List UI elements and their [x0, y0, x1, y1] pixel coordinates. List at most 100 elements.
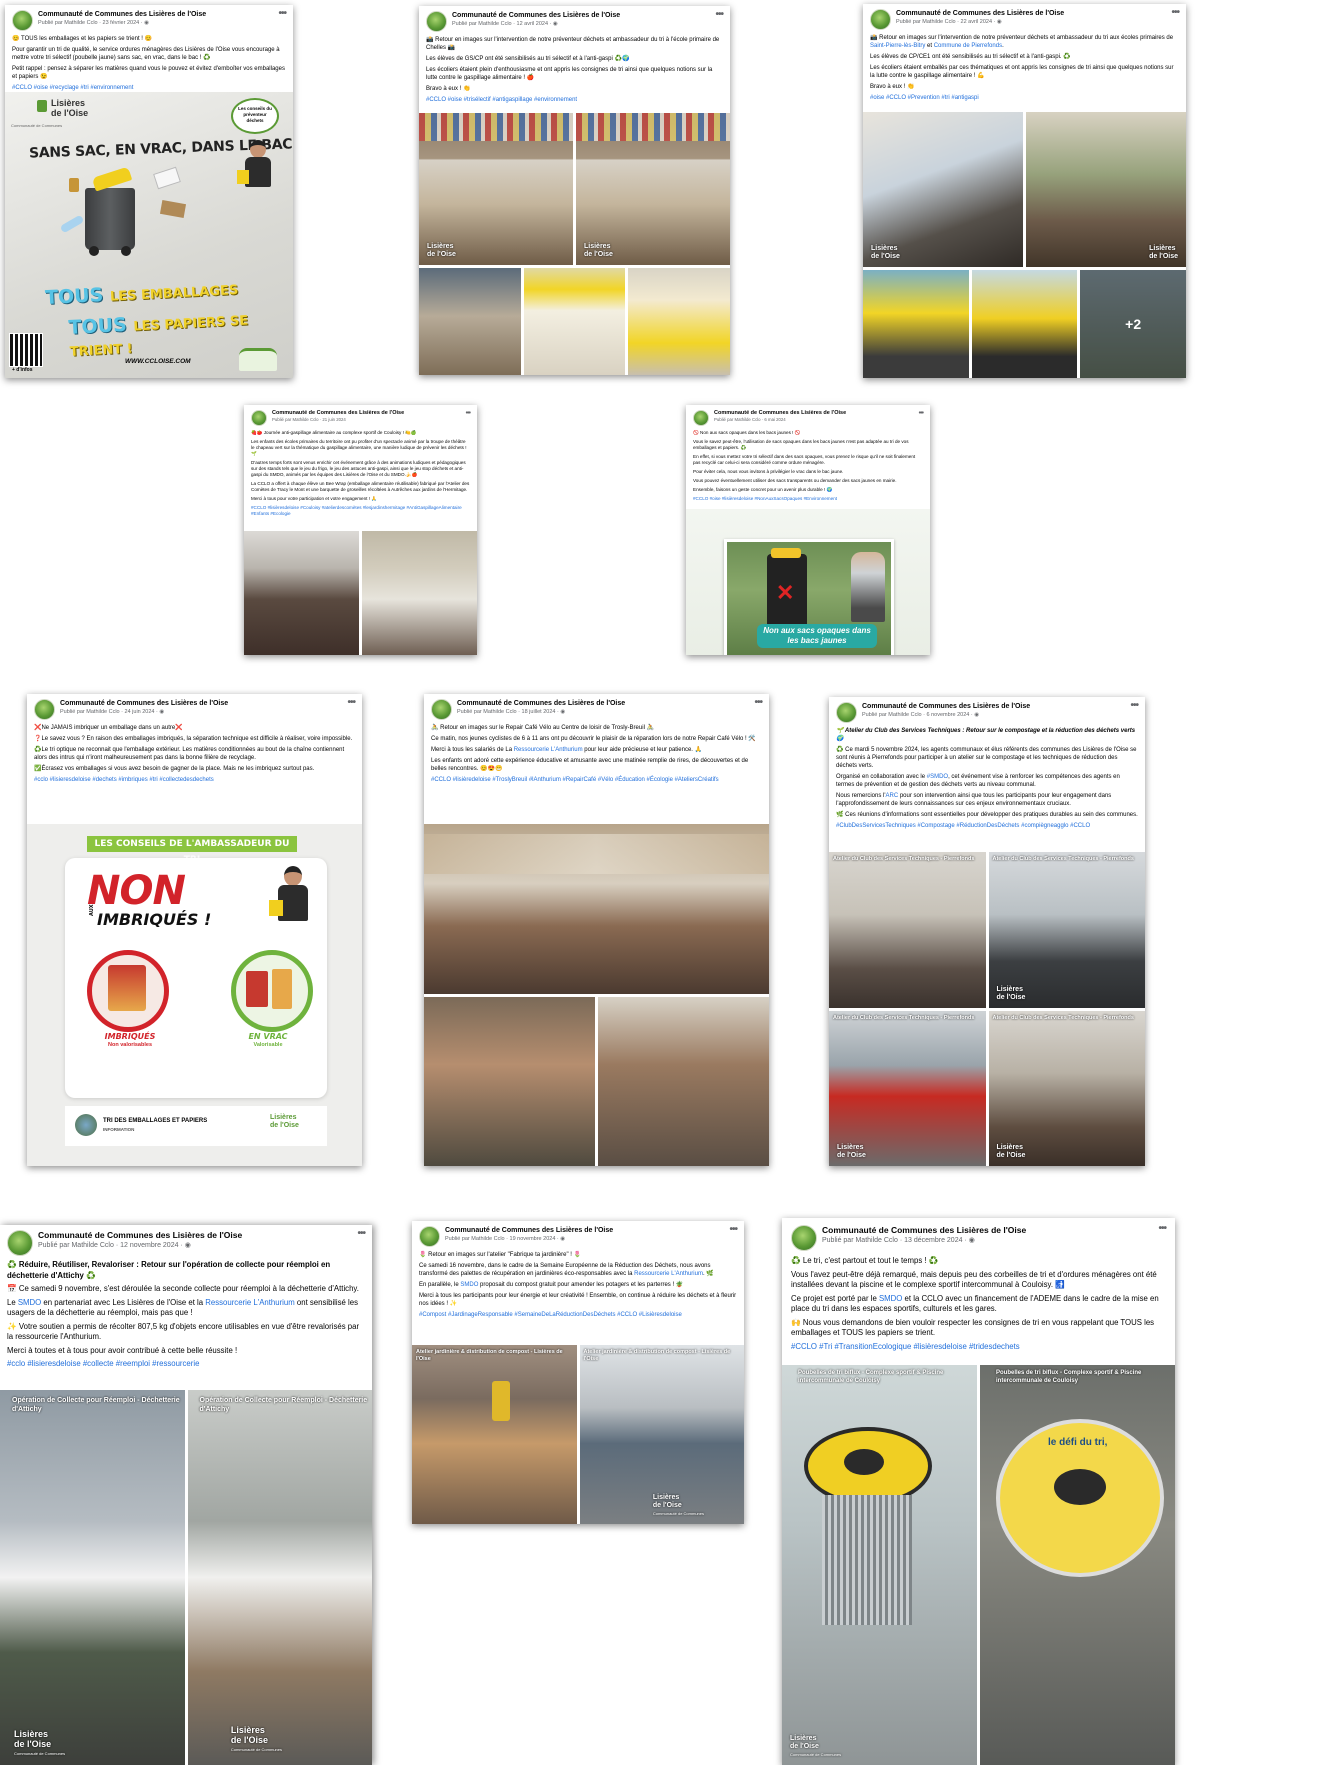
classroom-photo[interactable]: [419, 268, 521, 375]
page-avatar[interactable]: [693, 410, 709, 426]
page-avatar[interactable]: [431, 699, 452, 720]
more-options-icon[interactable]: •••: [715, 10, 723, 20]
post-date[interactable]: 23 février 2024: [103, 20, 140, 26]
post-date[interactable]: 6 novembre 2024: [927, 712, 970, 718]
poster-image[interactable]: Lisières de l'Oise Communauté de Communes…: [5, 92, 293, 378]
post-date[interactable]: 22 avril 2024: [961, 19, 993, 25]
page-name-link[interactable]: Communauté de Communes des Lisières de l…: [445, 1226, 729, 1235]
page-name-link[interactable]: Communauté de Communes des Lisières de l…: [714, 410, 919, 417]
page-name-link[interactable]: Communauté de Communes des Lisières de l…: [896, 9, 1171, 18]
parking-photo[interactable]: Atelier jardinière & distribution de com…: [579, 1345, 744, 1524]
more-options-icon[interactable]: •••: [347, 698, 355, 708]
post-date[interactable]: 21 juin 2024: [322, 417, 345, 422]
hashtags[interactable]: #CCLO #lisièredeloise #TroslyBreuil #lAn…: [431, 776, 762, 784]
mention-link[interactable]: Commune de Pierrefonds: [934, 43, 1002, 49]
more-photos-tile[interactable]: +2: [1080, 270, 1186, 378]
mention-link[interactable]: SMDO: [18, 1298, 41, 1307]
classroom-photo[interactable]: Lisières de l'Oise: [576, 113, 730, 265]
page-avatar[interactable]: [791, 1225, 817, 1251]
gym-audience-photo[interactable]: [244, 531, 359, 655]
more-options-icon[interactable]: •••: [278, 9, 286, 19]
page-avatar[interactable]: [7, 1230, 33, 1256]
hashtags[interactable]: #ClubDesServicesTechniques #Compostage #…: [836, 822, 1138, 830]
more-photos-count[interactable]: +2: [1080, 270, 1186, 378]
page-avatar[interactable]: [12, 10, 33, 31]
tent-photo[interactable]: Opération de Collecte pour Réemploi - Dé…: [0, 1390, 185, 1765]
more-options-icon[interactable]: •••: [1171, 8, 1179, 18]
sorting-bin-photo[interactable]: Poubelles de tri biflux - Complexe sport…: [782, 1365, 977, 1765]
mention-link[interactable]: Ressourcerie L'Anthurium: [634, 1271, 703, 1277]
page-name-link[interactable]: Communauté de Communes des Lisières de l…: [272, 410, 466, 417]
mention-link[interactable]: Ressourcerie L'Anthurium: [514, 747, 583, 753]
hashtags[interactable]: #cclo #lisieresdeloise #dechets #imbriqu…: [34, 776, 355, 784]
page-name-link[interactable]: Communauté de Communes des Lisières de l…: [38, 10, 278, 19]
classroom-photo[interactable]: Lisières de l'Oise: [1026, 112, 1186, 267]
more-options-icon[interactable]: •••: [729, 1225, 737, 1235]
hashtags[interactable]: #cclo #lisieresdeloise #collecte #reempl…: [7, 1359, 365, 1370]
post-date[interactable]: 12 novembre 2024: [120, 1242, 178, 1249]
mention-link[interactable]: SMDO: [879, 1294, 902, 1303]
post-date[interactable]: 24 juin 2024: [125, 709, 155, 715]
hashtags[interactable]: #CCLO #oise #recyclage #tri #environneme…: [12, 84, 286, 92]
more-options-icon[interactable]: •••: [1130, 701, 1138, 711]
page-avatar[interactable]: [426, 11, 447, 32]
classroom-photo[interactable]: Lisières de l'Oise: [419, 113, 573, 265]
video-frame[interactable]: ✕ Non aux sacs opaques dans les bacs jau…: [686, 509, 930, 655]
page-avatar[interactable]: [836, 702, 857, 723]
hashtags[interactable]: #oise #CCLO #Prevention #tri #antigaspi: [870, 94, 1179, 102]
drilling-photo[interactable]: Atelier jardinière & distribution de com…: [412, 1345, 577, 1524]
workshop-photo[interactable]: [424, 997, 595, 1166]
hashtags[interactable]: #CCLO #oise #trisélectif #antigaspillage…: [426, 96, 723, 104]
video-thumbnail[interactable]: ✕ Non aux sacs opaques dans les bacs jau…: [724, 539, 894, 655]
post-date[interactable]: 13 décembre 2024: [904, 1237, 962, 1244]
post-line: Les écoliers étaient plein d'enthousiasm…: [426, 67, 713, 81]
mention-link[interactable]: #SMDO: [927, 774, 948, 780]
post-date[interactable]: 6 mai 2024: [764, 417, 785, 422]
page-avatar[interactable]: [251, 410, 267, 426]
collection-photo[interactable]: Opération de Collecte pour Réemploi - Dé…: [187, 1390, 372, 1765]
page-avatar[interactable]: [419, 1226, 440, 1247]
post-date[interactable]: 19 novembre 2024: [510, 1236, 556, 1242]
sorting-bin-photo[interactable]: Poubelles de tri biflux - Complexe sport…: [980, 1365, 1175, 1765]
group-photo[interactable]: [424, 824, 769, 994]
qr-code[interactable]: [9, 333, 43, 367]
hashtags[interactable]: #CCLO #oise #lisièresdeloise #NonAuxSacs…: [693, 496, 923, 502]
stand-photo[interactable]: [362, 531, 477, 655]
page-name-link[interactable]: Communauté de Communes des Lisières de l…: [862, 702, 1130, 711]
more-options-icon[interactable]: •••: [919, 410, 924, 418]
mention-link[interactable]: Ressourcerie L'Anthurium: [205, 1298, 294, 1307]
outdoor-photo[interactable]: Atelier du Club des Services Techniques …: [988, 852, 1145, 1008]
poster-photo[interactable]: [628, 268, 730, 375]
hashtags[interactable]: #Compost #JardinageResponsable #SemaineD…: [419, 1311, 737, 1319]
shredder-photo[interactable]: Atelier du Club des Services Techniques …: [829, 1010, 986, 1166]
more-options-icon[interactable]: •••: [754, 698, 762, 708]
hashtags[interactable]: #CCLO #lisièresdeloise #Couloisy #atelie…: [251, 505, 470, 517]
page-name-link[interactable]: Communauté de Communes des Lisières de l…: [60, 699, 347, 708]
post-date[interactable]: 18 juillet 2024: [522, 709, 556, 715]
post-meta: Publié par Mathilde Cclo · 22 avril 2024…: [896, 19, 1002, 25]
poster-image[interactable]: LES CONSEILS DE L'AMBASSADEUR DU TRI NON…: [27, 824, 362, 1166]
workshop-photo[interactable]: [598, 997, 769, 1166]
mention-link[interactable]: Saint-Pierre-lès-Bitry: [870, 43, 925, 49]
classroom-photo[interactable]: [863, 270, 969, 378]
page-name-link[interactable]: Communauté de Communes des Lisières de l…: [457, 699, 754, 708]
page-avatar[interactable]: [870, 9, 891, 30]
page-avatar[interactable]: [34, 699, 55, 720]
classroom-photo[interactable]: Lisières de l'Oise: [863, 112, 1023, 267]
page-name-link[interactable]: Communauté de Communes des Lisières de l…: [822, 1225, 1158, 1236]
page-name-link[interactable]: Communauté de Communes des Lisières de l…: [38, 1230, 357, 1241]
post-date[interactable]: 12 avril 2024: [517, 21, 549, 27]
meeting-photo[interactable]: Atelier du Club des Services Techniques …: [988, 1010, 1145, 1166]
classroom-photo[interactable]: [971, 270, 1078, 378]
more-options-icon[interactable]: •••: [466, 410, 471, 418]
more-options-icon[interactable]: •••: [1158, 1224, 1166, 1234]
more-options-icon[interactable]: •••: [357, 1229, 365, 1239]
mention-link[interactable]: SMDO: [460, 1282, 478, 1288]
hashtags[interactable]: #CCLO #Tri #TransitionEcologique #lisièr…: [791, 1342, 1166, 1353]
cross-icon: ✕: [776, 580, 795, 605]
mention-link[interactable]: ARC: [886, 793, 899, 799]
footer-sub: INFORMATION: [103, 1127, 135, 1132]
meeting-photo[interactable]: Atelier du Club des Services Techniques …: [829, 852, 986, 1008]
page-name-link[interactable]: Communauté de Communes des Lisières de l…: [452, 11, 715, 20]
sorting-guide-photo[interactable]: [523, 268, 626, 375]
